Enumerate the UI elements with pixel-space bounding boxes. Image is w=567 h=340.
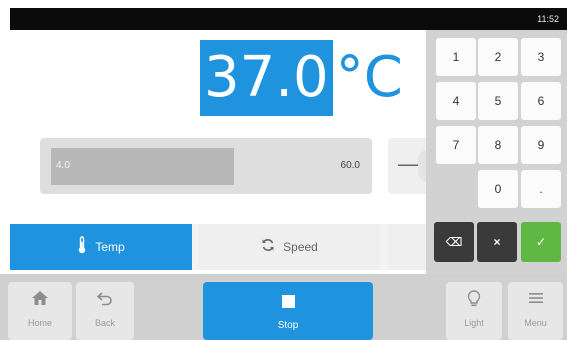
menu-label: Menu [524,318,547,328]
key-9[interactable]: 9 [521,126,561,164]
mode-tabs: Temp Speed [10,224,426,270]
tab-speed-label: Speed [283,240,318,254]
backspace-icon: ⌫ [445,235,463,249]
temperature-unit: °C [335,45,403,110]
light-label: Light [464,318,484,328]
confirm-button[interactable]: ✓ [521,222,561,262]
key-0[interactable]: 0 [478,170,518,208]
menu-icon [508,290,563,312]
stop-button[interactable]: Stop [203,282,373,340]
clear-button[interactable]: × [477,222,517,262]
bottom-nav-bar: Home Back Stop Light Menu [0,274,567,340]
stop-icon [281,295,295,308]
key-2[interactable]: 2 [478,38,518,76]
back-button[interactable]: Back [76,282,134,340]
home-icon [8,290,72,312]
check-icon: ✓ [535,235,547,249]
status-bar: 11:52 [10,8,567,30]
clear-icon: × [493,235,501,249]
stop-label: Stop [277,320,299,331]
key-3[interactable]: 3 [521,38,561,76]
key-4[interactable]: 4 [436,82,476,120]
thermometer-icon [77,236,87,258]
temperature-display[interactable]: 37.0 °C [200,40,403,116]
device-screen: 11:52 37.0 °C 4.0 60.0 — Temp Speed 1 2 … [0,0,567,340]
key-6[interactable]: 6 [521,82,561,120]
range-min-label: 4.0 [56,160,70,171]
key-decimal[interactable]: . [521,170,561,208]
range-max-label: 60.0 [340,160,360,171]
home-button[interactable]: Home [8,282,72,340]
key-1[interactable]: 1 [436,38,476,76]
key-8[interactable]: 8 [478,126,518,164]
tab-more[interactable] [387,224,426,270]
back-label: Back [94,318,115,328]
key-7[interactable]: 7 [436,126,476,164]
lightbulb-icon [446,290,502,312]
minus-icon: — [398,151,420,176]
light-button[interactable]: Light [446,282,502,340]
home-label: Home [27,318,52,328]
tab-speed[interactable]: Speed [198,224,381,270]
temperature-panel: 37.0 °C 4.0 60.0 — [10,30,438,224]
clock: 11:52 [537,14,559,24]
numeric-keypad: 1 2 3 4 5 6 7 8 9 0 . ⌫ × ✓ [426,30,567,274]
tab-temp-label: Temp [95,240,125,254]
refresh-icon [261,238,275,256]
back-icon [76,290,134,312]
key-5[interactable]: 5 [478,82,518,120]
decrement-button[interactable]: — [388,138,438,194]
temperature-value[interactable]: 37.0 [200,40,333,116]
range-fill [51,148,234,185]
backspace-button[interactable]: ⌫ [434,222,474,262]
tab-temp[interactable]: Temp [10,224,192,270]
menu-button[interactable]: Menu [508,282,563,340]
range-bar: 4.0 60.0 [40,138,372,194]
